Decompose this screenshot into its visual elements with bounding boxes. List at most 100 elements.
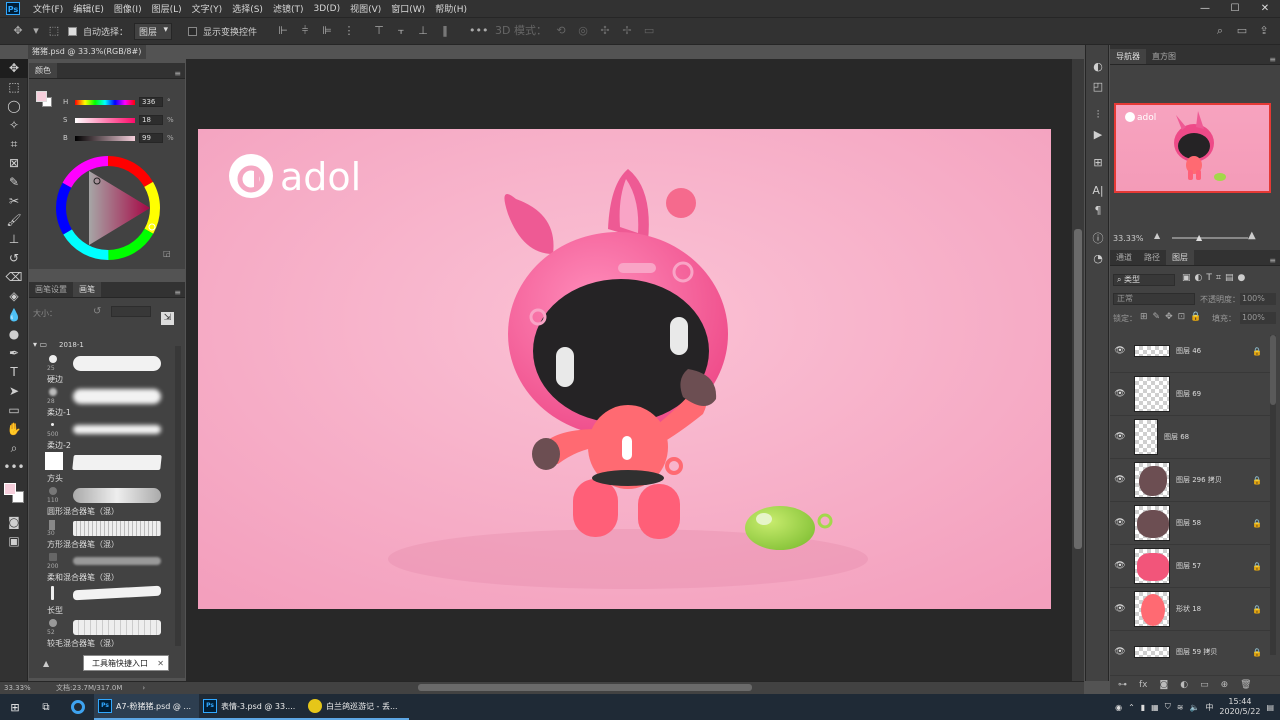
visibility-eye-icon[interactable]: 👁: [1110, 561, 1130, 571]
brush-size-small-icon[interactable]: ▲: [43, 659, 49, 668]
menu-filter[interactable]: 滤镜(T): [268, 2, 309, 15]
panel-menu-icon[interactable]: ≡: [174, 288, 181, 297]
align-center-h-icon[interactable]: ⫩: [297, 23, 313, 39]
foreground-color-swatch[interactable]: [36, 91, 47, 102]
navigator-zoom-thumb[interactable]: ▲: [1196, 233, 1202, 242]
hue-track[interactable]: [75, 99, 135, 105]
tab-color[interactable]: 颜色: [29, 63, 57, 78]
brush-item[interactable]: 200 柔和混合器笔（混）: [45, 551, 175, 584]
brightness-track[interactable]: [75, 135, 135, 141]
auto-select-dropdown[interactable]: 图层 ▾: [134, 22, 173, 40]
drag-3d-icon[interactable]: ✣: [597, 23, 613, 39]
vertical-scrollbar-thumb[interactable]: [1074, 229, 1082, 549]
wifi-icon[interactable]: ≋: [1177, 703, 1184, 712]
document-canvas[interactable]: adol: [198, 129, 1051, 609]
roll-3d-icon[interactable]: ◎: [575, 23, 591, 39]
opacity-input[interactable]: 100%: [1240, 293, 1276, 305]
menu-file[interactable]: 文件(F): [28, 2, 68, 15]
hand-tool-icon[interactable]: ✋: [0, 420, 28, 439]
brush-item[interactable]: 长型: [45, 584, 175, 617]
layer-row[interactable]: 👁 图层 58 🔒: [1110, 502, 1276, 545]
ime-indicator[interactable]: 中: [1205, 702, 1213, 713]
more-options-icon[interactable]: •••: [469, 23, 488, 39]
clock[interactable]: 15:44 2020/5/22: [1219, 697, 1260, 717]
color-wheel[interactable]: [53, 153, 163, 263]
distribute-icon[interactable]: ⋮: [341, 23, 357, 39]
brightness-slider[interactable]: B 99 %: [63, 133, 174, 143]
brush-list-scrollbar[interactable]: [175, 346, 181, 646]
panel-menu-icon[interactable]: ≡: [1269, 55, 1276, 64]
align-middle-icon[interactable]: ⫟: [393, 23, 409, 39]
show-transform-checkbox[interactable]: [188, 26, 198, 36]
layer-row[interactable]: 👁 图层 68: [1110, 416, 1276, 459]
visibility-eye-icon[interactable]: 👁: [1110, 475, 1130, 485]
menu-view[interactable]: 视图(V): [345, 2, 386, 15]
brush-item[interactable]: 28 柔边-1: [45, 386, 175, 419]
layer-row[interactable]: 👁 图层 69: [1110, 373, 1276, 416]
tab-channels[interactable]: 通道: [1110, 250, 1138, 265]
zoom-in-icon[interactable]: ▲: [1248, 230, 1256, 241]
healing-tool-icon[interactable]: ✂: [0, 192, 28, 211]
align-top-icon[interactable]: ⊤: [371, 23, 387, 39]
menu-window[interactable]: 窗口(W): [386, 2, 430, 15]
lock-artboard-icon[interactable]: ⊡: [1178, 312, 1186, 322]
stamp-tool-icon[interactable]: ⊥: [0, 230, 28, 249]
zoom-tool-icon[interactable]: ⌕: [0, 439, 28, 458]
link-layers-icon[interactable]: ⊶: [1118, 680, 1127, 690]
saturation-track[interactable]: [75, 117, 135, 123]
history-brush-tool-icon[interactable]: ↺: [0, 249, 28, 268]
brush-item[interactable]: 30 方形混合器笔（混）: [45, 518, 175, 551]
lock-all-icon[interactable]: 🔒: [1190, 312, 1201, 322]
windows-start-icon[interactable]: ⊞: [0, 694, 30, 720]
tab-brushes[interactable]: 画笔: [73, 282, 101, 297]
layer-row[interactable]: 👁 形状 18 🔒: [1110, 588, 1276, 631]
dodge-tool-icon[interactable]: ●: [0, 325, 28, 344]
tab-brush-settings[interactable]: 画笔设置: [29, 282, 73, 297]
layer-filter-dropdown[interactable]: ⌕ 类型: [1113, 274, 1175, 286]
layer-style-icon[interactable]: fx: [1139, 680, 1148, 690]
brush-item[interactable]: 方头: [45, 452, 175, 485]
filter-toggle-icon[interactable]: ●: [1237, 273, 1245, 283]
layer-row[interactable]: 👁 图层 46 🔒: [1110, 330, 1276, 373]
horizontal-scrollbar[interactable]: [186, 683, 1072, 692]
taskbar-app-music[interactable]: 白兰鸽巡游记 - 丢...: [304, 694, 409, 720]
navigator-icon[interactable]: ◐: [1086, 57, 1110, 77]
layer-row[interactable]: 👁 图层 296 拷贝 🔒: [1110, 459, 1276, 502]
navigator-zoom[interactable]: 33.33%: [1113, 234, 1144, 243]
notifications-icon[interactable]: ▤: [1266, 703, 1274, 712]
slide-3d-icon[interactable]: ✢: [619, 23, 635, 39]
orbit-3d-icon[interactable]: ⟲: [553, 23, 569, 39]
type-tool-icon[interactable]: T: [0, 363, 28, 382]
filter-adjustment-icon[interactable]: ◐: [1195, 273, 1203, 283]
visibility-eye-icon[interactable]: 👁: [1110, 346, 1130, 356]
menu-type[interactable]: 文字(Y): [187, 2, 228, 15]
status-arrow-icon[interactable]: ›: [142, 684, 145, 692]
rectangle-tool-icon[interactable]: ▭: [0, 401, 28, 420]
scale-3d-icon[interactable]: ▭: [641, 23, 657, 39]
visibility-eye-icon[interactable]: 👁: [1110, 647, 1130, 657]
close-icon[interactable]: ✕: [157, 656, 164, 672]
zoom-level[interactable]: 33.33%: [4, 684, 50, 692]
layer-row[interactable]: 👁 图层 59 拷贝 🔒: [1110, 631, 1276, 665]
maximize-button[interactable]: ☐: [1220, 3, 1250, 14]
folder-chevron-icon[interactable]: ▾ ▭: [33, 340, 47, 349]
character-icon[interactable]: A|: [1086, 181, 1110, 201]
brightness-input[interactable]: 99: [139, 133, 163, 143]
panel-menu-icon[interactable]: ≡: [1269, 256, 1276, 265]
layers-scrollbar-thumb[interactable]: [1270, 335, 1276, 405]
hue-slider[interactable]: H 336 °: [63, 97, 171, 107]
path-selection-tool-icon[interactable]: ➤: [0, 382, 28, 401]
document-tab[interactable]: 猪猪.psd @ 33.3%(RGB/8#): [28, 45, 146, 59]
info-icon[interactable]: ⓘ: [1086, 229, 1110, 249]
color-swatches[interactable]: [0, 477, 27, 513]
navigator-zoom-slider[interactable]: [1172, 237, 1248, 239]
color-swatches[interactable]: [36, 91, 52, 107]
reset-icon[interactable]: ↺: [93, 306, 101, 317]
adjustment-layer-icon[interactable]: ◐: [1180, 680, 1188, 690]
tray-arrow-icon[interactable]: ⌃: [1128, 703, 1135, 712]
navigator-preview[interactable]: adol: [1114, 103, 1271, 193]
hue-input[interactable]: 336: [139, 97, 163, 107]
fill-input[interactable]: 100%: [1240, 312, 1276, 324]
tool-preset-icon[interactable]: ⬚: [46, 23, 62, 39]
close-button[interactable]: ✕: [1250, 3, 1280, 14]
